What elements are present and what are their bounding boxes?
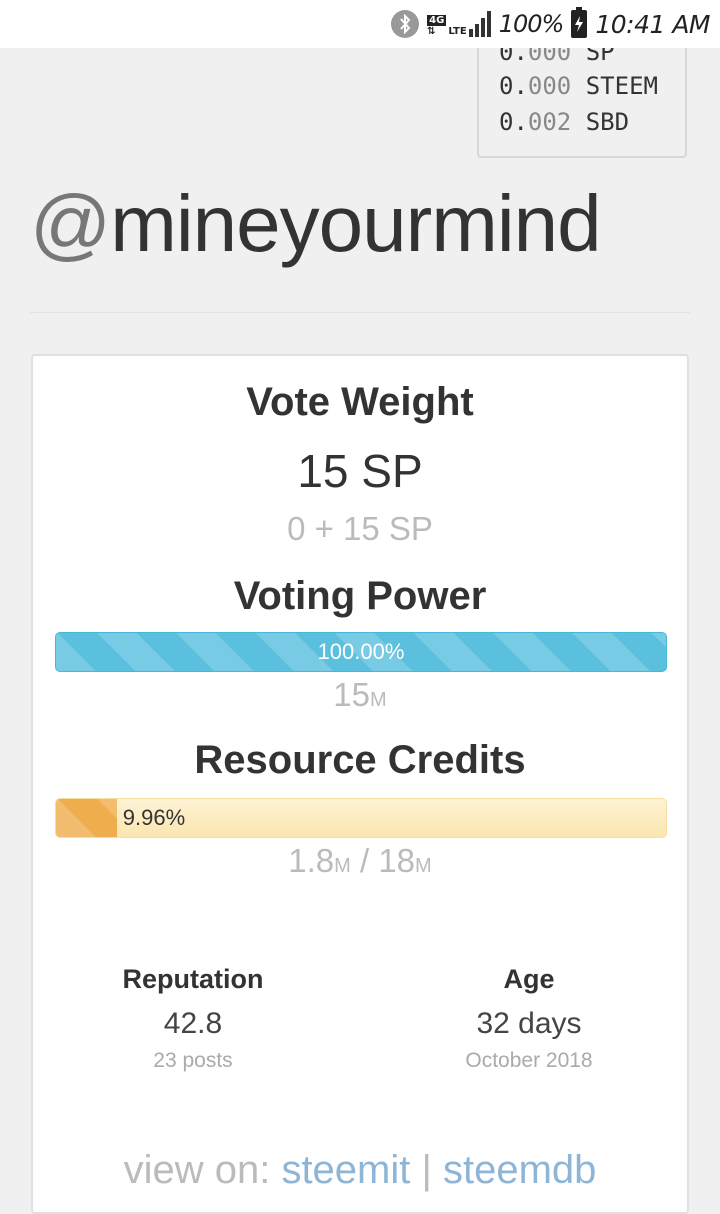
network-4g-label: 4G (427, 15, 447, 26)
resource-credits-percent: 9.96% (122, 805, 186, 830)
reputation-posts: 23 posts (153, 1049, 233, 1072)
network-arrows-icon: ⇅ (427, 26, 436, 37)
voting-power-percent: 100.00% (317, 639, 405, 664)
username: mineyourmind (110, 179, 601, 268)
battery-charging-icon (571, 7, 588, 38)
battery-percent: 100% (498, 10, 565, 38)
status-icons: 4G ⇅ LTE 100% 10:41 AM (391, 7, 710, 40)
age-title: Age (503, 964, 555, 994)
age-value: 32 days (476, 1007, 582, 1040)
resource-credits-title: Resource Credits (194, 738, 526, 782)
link-separator: | (410, 1148, 443, 1192)
bluetooth-icon (391, 10, 420, 38)
vote-weight-value: 15 SP (297, 445, 423, 497)
steemdb-link[interactable]: steemdb (443, 1148, 596, 1192)
status-bar: 4G ⇅ LTE 100% 10:41 AM (0, 0, 720, 48)
clock: 10:41 AM (595, 9, 710, 39)
age-stat: Age 32 days October 2018 (369, 964, 689, 1073)
reputation-value: 42.8 (163, 1007, 223, 1040)
voting-power-amount: 15M (333, 676, 387, 713)
resource-credits-fill (56, 799, 117, 837)
resource-credits-bar: 9.96% (55, 798, 667, 838)
vote-weight-breakdown: 0 + 15 SP (287, 510, 433, 547)
balance-row-steem: 0.000 STEEM (499, 72, 658, 100)
reputation-stat: Reputation 42.8 23 posts (33, 964, 353, 1073)
signal-icon: 4G ⇅ LTE (427, 11, 491, 37)
age-since: October 2018 (465, 1049, 593, 1072)
steemit-link[interactable]: steemit (281, 1148, 410, 1192)
stats-card: Vote Weight 15 SP 0 + 15 SP Voting Power… (31, 354, 689, 1214)
network-lte-label: LTE (448, 26, 467, 37)
voting-power-bar: 100.00% (55, 632, 667, 672)
reputation-title: Reputation (122, 964, 264, 994)
resource-credits-amount: 1.8M / 18M (288, 842, 432, 879)
divider (30, 312, 690, 313)
view-on-label: view on: (123, 1148, 282, 1192)
vote-weight-title: Vote Weight (246, 380, 474, 424)
balance-row-sbd: 0.002 SBD (499, 108, 630, 136)
page-title: @mineyourmind (30, 178, 602, 270)
at-symbol: @ (30, 179, 111, 268)
voting-power-title: Voting Power (233, 574, 487, 618)
view-on-links: view on: steemit | steemdb (33, 1148, 687, 1193)
